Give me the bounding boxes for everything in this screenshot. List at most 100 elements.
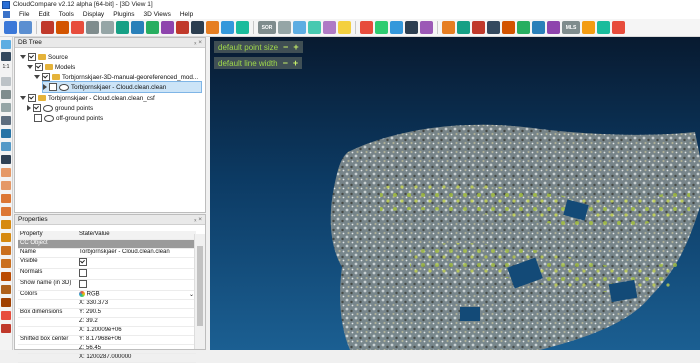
plugin-icon[interactable] (502, 21, 515, 34)
menu-file[interactable]: File (19, 11, 29, 18)
plugin-icon[interactable] (442, 21, 455, 34)
point-size-decrease-button[interactable]: − (283, 42, 288, 52)
move-icon[interactable] (1, 155, 11, 164)
view-iso2-icon[interactable] (1, 259, 11, 268)
expand-arrow-icon[interactable] (20, 96, 26, 100)
plugin-icon[interactable] (457, 21, 470, 34)
zoom-icon[interactable] (1, 142, 11, 151)
tree-item-models[interactable]: Models (27, 62, 75, 72)
distance-icon[interactable] (308, 21, 321, 34)
colors-select[interactable]: RGB ⌄ (77, 290, 196, 300)
app-menu-icon[interactable] (3, 10, 10, 18)
viewport-icon[interactable] (1, 40, 11, 49)
register-icon[interactable] (236, 21, 249, 34)
menu-plugins[interactable]: Plugins (113, 11, 134, 18)
view-bottom-icon[interactable] (1, 207, 11, 216)
view-right-icon[interactable] (1, 233, 11, 242)
view-left-icon[interactable] (1, 220, 11, 229)
visible-checkbox[interactable] (79, 258, 87, 266)
tree-item-off-ground-points[interactable]: off-ground points (34, 113, 103, 123)
compare-icon[interactable] (323, 21, 336, 34)
pick-icon[interactable] (191, 21, 204, 34)
zoom-1-1-button[interactable]: 1:1 (1, 63, 11, 72)
sun-icon[interactable] (1, 311, 11, 320)
menu-edit[interactable]: Edit (38, 11, 49, 18)
panel-buttons[interactable]: ₓ × (194, 215, 205, 224)
menu-tools[interactable]: Tools (59, 11, 74, 18)
segment-icon[interactable] (161, 21, 174, 34)
panel-buttons[interactable]: ₓ × (194, 38, 205, 47)
scrollbar-thumb[interactable] (197, 246, 203, 326)
clone-icon[interactable] (41, 21, 54, 34)
color-icon[interactable] (116, 21, 129, 34)
axis-icon[interactable] (1, 129, 11, 138)
mesh-icon[interactable] (338, 21, 351, 34)
visibility-checkbox[interactable] (34, 114, 42, 122)
expand-arrow-icon[interactable] (34, 75, 40, 79)
tree-item-cloud-csf[interactable]: Torbjornskjaer - Cloud.clean.clean_csf (20, 93, 155, 103)
lighting-icon[interactable] (1, 285, 11, 294)
camera-icon[interactable] (1, 52, 11, 61)
scalar-field-icon[interactable] (131, 21, 144, 34)
normals-checkbox[interactable] (79, 269, 87, 277)
plugin-icon[interactable] (612, 21, 625, 34)
view-front-icon[interactable] (1, 168, 11, 177)
visibility-checkbox[interactable] (49, 83, 57, 91)
visibility-checkbox[interactable] (28, 94, 36, 102)
visibility-checkbox[interactable] (42, 73, 50, 81)
visibility-checkbox[interactable] (28, 53, 36, 61)
collapse-arrow-icon[interactable] (27, 105, 31, 111)
line-width-increase-button[interactable]: + (293, 58, 298, 68)
expand-arrow-icon[interactable] (20, 55, 26, 59)
menu-3d-views[interactable]: 3D Views (144, 11, 171, 18)
sample-icon[interactable] (146, 21, 159, 34)
clipping-icon[interactable] (1, 103, 11, 112)
plugin-icon[interactable] (547, 21, 560, 34)
normals-icon[interactable] (86, 21, 99, 34)
plugin-icon[interactable] (517, 21, 530, 34)
view-top-icon[interactable] (1, 194, 11, 203)
plugin-icon[interactable] (582, 21, 595, 34)
translate-icon[interactable] (176, 21, 189, 34)
noise-filter-icon[interactable] (278, 21, 291, 34)
perspective-icon[interactable] (1, 298, 11, 307)
view-back-icon[interactable] (1, 181, 11, 190)
mls-button[interactable]: MLS (562, 21, 580, 34)
plugin-icon[interactable] (597, 21, 610, 34)
open-icon[interactable] (4, 21, 17, 34)
save-icon[interactable] (19, 21, 32, 34)
measure-tool-icon[interactable] (1, 116, 11, 125)
histogram-icon[interactable] (360, 21, 373, 34)
measure-icon[interactable] (206, 21, 219, 34)
sf-add-icon[interactable] (375, 21, 388, 34)
rotate-icon[interactable] (1, 90, 11, 99)
point-size-increase-button[interactable]: + (293, 42, 298, 52)
crop-icon[interactable] (405, 21, 418, 34)
orient-icon[interactable] (101, 21, 114, 34)
collapse-arrow-icon[interactable] (43, 84, 47, 90)
tree-item-source[interactable]: Source (20, 52, 68, 62)
tree-item-ground-points[interactable]: ground points (27, 103, 93, 113)
sor-filter-button[interactable]: SOR (258, 21, 276, 34)
view-iso1-icon[interactable] (1, 246, 11, 255)
expand-arrow-icon[interactable] (27, 65, 33, 69)
menu-display[interactable]: Display (83, 11, 104, 18)
align-icon[interactable] (221, 21, 234, 34)
sf-remove-icon[interactable] (390, 21, 403, 34)
tree-item-georeferenced-model[interactable]: Torbjornskjaer-3D-manual-georeferenced_m… (34, 72, 198, 82)
shading-icon[interactable] (1, 272, 11, 281)
pivot-icon[interactable] (1, 77, 11, 86)
merge-icon[interactable] (56, 21, 69, 34)
show-name-checkbox[interactable] (79, 280, 87, 288)
tree-item-cloud-clean-selected[interactable]: Torbjornskjaer - Cloud.clean.clean (42, 81, 202, 93)
plugin-icon[interactable] (472, 21, 485, 34)
property-value[interactable]: Torbjornskjaer - Cloud.clean.clean (77, 248, 196, 258)
menu-help[interactable]: Help (180, 11, 193, 18)
glasses-icon[interactable] (1, 324, 11, 333)
line-width-decrease-button[interactable]: − (283, 58, 288, 68)
plugin-icon[interactable] (487, 21, 500, 34)
gradient-icon[interactable] (420, 21, 433, 34)
visibility-checkbox[interactable] (33, 104, 41, 112)
properties-scrollbar[interactable] (194, 234, 205, 349)
delete-icon[interactable] (71, 21, 84, 34)
